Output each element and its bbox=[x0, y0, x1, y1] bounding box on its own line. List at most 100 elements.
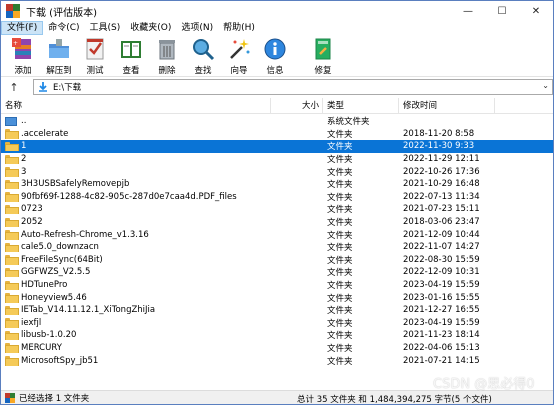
test-button[interactable]: 测试 bbox=[77, 35, 113, 77]
file-type: 文件夹 bbox=[327, 155, 353, 166]
file-date: 2021-12-27 16:55 bbox=[403, 305, 480, 316]
list-item[interactable]: HDTunePro 文件夹 2023-04-19 15:59 bbox=[1, 279, 553, 292]
file-name: Auto-Refresh-Chrome_v1.3.16 bbox=[21, 229, 149, 240]
address-bar[interactable]: E:\下载 ⌄ bbox=[33, 79, 553, 95]
minimize-button[interactable]: — bbox=[451, 1, 485, 21]
list-item-selected[interactable]: 1 文件夹 2022-11-30 9:33 bbox=[1, 140, 553, 153]
menu-options[interactable]: 选项(N) bbox=[176, 21, 218, 35]
list-item[interactable]: .. 系统文件夹 bbox=[1, 115, 553, 128]
column-name-header[interactable]: 名称 bbox=[1, 98, 271, 114]
add-button[interactable]: + 添加 bbox=[5, 35, 41, 77]
folder-icon bbox=[5, 267, 19, 278]
folder-icon bbox=[5, 141, 19, 152]
folder-icon bbox=[5, 330, 19, 341]
list-item[interactable]: Honeyview5.46 文件夹 2023-01-16 15:55 bbox=[1, 291, 553, 304]
list-item[interactable]: MicrosoftSpy_jb51 文件夹 2021-07-21 14:15 bbox=[1, 354, 553, 367]
wizard-button[interactable]: 向导 bbox=[221, 35, 257, 77]
folder-icon bbox=[5, 305, 19, 316]
menu-file[interactable]: 文件(F) bbox=[1, 21, 44, 35]
folder-icon bbox=[5, 343, 19, 353]
list-item[interactable]: 2052 文件夹 2018-03-06 23:47 bbox=[1, 216, 553, 229]
delete-button[interactable]: 删除 bbox=[149, 35, 185, 77]
view-button[interactable]: 查看 bbox=[113, 35, 149, 77]
maximize-button[interactable]: ☐ bbox=[485, 1, 519, 21]
menu-help[interactable]: 帮助(H) bbox=[218, 21, 260, 35]
folder-icon bbox=[5, 242, 19, 253]
file-type: 文件夹 bbox=[327, 331, 353, 342]
file-date: 2023-04-19 15:59 bbox=[403, 280, 480, 291]
list-item[interactable]: FreeFileSync(64Bit) 文件夹 2022-08-30 15:59 bbox=[1, 254, 553, 267]
folder-icon bbox=[5, 318, 19, 328]
title-bar: 下载 (评估版本) — ☐ ✕ bbox=[1, 1, 553, 21]
file-type: 文件夹 bbox=[327, 243, 353, 254]
close-button[interactable]: ✕ bbox=[519, 1, 553, 21]
wizard-icon bbox=[226, 37, 252, 61]
test-icon bbox=[82, 37, 108, 61]
file-date: 2021-11-23 18:14 bbox=[403, 330, 480, 341]
list-item[interactable]: iexfjl 文件夹 2023-04-19 15:59 bbox=[1, 317, 553, 330]
file-type: 文件夹 bbox=[327, 356, 353, 367]
column-date-header[interactable]: 修改时间 bbox=[399, 98, 495, 114]
file-date: 2018-11-20 8:58 bbox=[403, 128, 475, 139]
file-date: 2021-10-29 16:48 bbox=[403, 179, 480, 190]
file-name: 2052 bbox=[21, 217, 43, 228]
file-date: 2018-03-06 23:47 bbox=[403, 217, 480, 228]
menu-commands[interactable]: 命令(C) bbox=[43, 21, 84, 35]
file-list: .. 系统文件夹 .accelerate 文件夹 2018-11-20 8:58 1 文… bbox=[1, 115, 553, 389]
extract-icon bbox=[46, 37, 72, 61]
file-date: 2022-11-30 9:33 bbox=[403, 141, 475, 152]
file-name: libusb-1.0.20 bbox=[21, 330, 77, 341]
list-item[interactable]: cale5.0_downzacn 文件夹 2022-11-07 14:27 bbox=[1, 241, 553, 254]
list-item[interactable]: 3H3USBSafelyRemovepjb 文件夹 2021-10-29 16:48 bbox=[1, 178, 553, 191]
file-type: 文件夹 bbox=[327, 192, 353, 203]
list-item[interactable]: GGFWZS_V2.5.5 文件夹 2022-12-09 10:31 bbox=[1, 266, 553, 279]
file-type: 文件夹 bbox=[327, 180, 353, 191]
list-item[interactable]: 3 文件夹 2022-10-26 17:36 bbox=[1, 165, 553, 178]
list-item[interactable]: libusb-1.0.20 文件夹 2021-11-23 18:14 bbox=[1, 329, 553, 342]
list-item[interactable]: .accelerate 文件夹 2018-11-20 8:58 bbox=[1, 128, 553, 141]
status-total-text: 总计 35 文件夹 和 1,484,394,275 字节(5 个文件) bbox=[297, 395, 492, 405]
list-item[interactable]: IETab_V14.11.12.1_XiTongZhiJia 文件夹 2021-12… bbox=[1, 304, 553, 317]
file-name: 3H3USBSafelyRemovepjb bbox=[21, 179, 130, 190]
status-bar: 已经选择 1 文件夹 总计 35 文件夹 和 1,484,394,275 字节(… bbox=[1, 390, 553, 405]
address-path: E:\下载 bbox=[53, 83, 82, 93]
list-item[interactable]: 90fbf69f-1288-4c82-905c-287d0e7caa4d.PDF… bbox=[1, 191, 553, 204]
delete-icon bbox=[154, 37, 180, 61]
file-name: 1 bbox=[21, 141, 27, 152]
winrar-app-icon bbox=[6, 4, 20, 18]
menu-favorites[interactable]: 收藏夹(O) bbox=[125, 21, 176, 35]
address-row: ↑ E:\下载 ⌄ bbox=[1, 78, 553, 96]
find-icon bbox=[190, 37, 216, 61]
parent-folder-icon bbox=[5, 116, 17, 126]
repair-button[interactable]: 修复 bbox=[305, 35, 341, 77]
extract-button[interactable]: 解压到 bbox=[41, 35, 77, 77]
file-type: 文件夹 bbox=[327, 255, 353, 266]
folder-icon bbox=[5, 280, 19, 291]
column-size-header[interactable]: 大小 bbox=[271, 98, 323, 114]
address-dropdown-icon[interactable]: ⌄ bbox=[542, 81, 549, 90]
file-date: 2022-07-13 11:34 bbox=[403, 191, 480, 202]
info-icon bbox=[262, 37, 288, 61]
wizard-label: 向导 bbox=[230, 66, 248, 76]
up-folder-button[interactable]: ↑ bbox=[1, 78, 27, 96]
list-item[interactable]: 2 文件夹 2022-11-29 12:11 bbox=[1, 153, 553, 166]
test-label: 测试 bbox=[86, 66, 104, 76]
file-name: Honeyview5.46 bbox=[21, 292, 87, 303]
find-button[interactable]: 查找 bbox=[185, 35, 221, 77]
menu-tools[interactable]: 工具(S) bbox=[85, 21, 126, 35]
list-item[interactable]: MERCURY 文件夹 2022-04-06 15:13 bbox=[1, 342, 553, 355]
file-name: HDTunePro bbox=[21, 280, 68, 291]
file-type: 文件夹 bbox=[327, 306, 353, 317]
toolbar: + 添加 解压到 测试 查看 删除 查找 向导 信息 修复 bbox=[1, 35, 553, 77]
list-item[interactable]: Auto-Refresh-Chrome_v1.3.16 文件夹 2021-12-09… bbox=[1, 228, 553, 241]
folder-icon bbox=[5, 154, 19, 165]
folder-icon bbox=[5, 217, 19, 228]
column-type-header[interactable]: 类型 bbox=[323, 98, 399, 114]
file-name: .. bbox=[21, 116, 27, 127]
info-label: 信息 bbox=[266, 66, 284, 76]
status-left: 已经选择 1 文件夹 bbox=[5, 392, 89, 404]
info-button[interactable]: 信息 bbox=[257, 35, 293, 77]
file-name: iexfjl bbox=[21, 317, 42, 328]
list-item[interactable]: 0723 文件夹 2021-07-23 15:11 bbox=[1, 203, 553, 216]
file-type: 文件夹 bbox=[327, 318, 353, 329]
